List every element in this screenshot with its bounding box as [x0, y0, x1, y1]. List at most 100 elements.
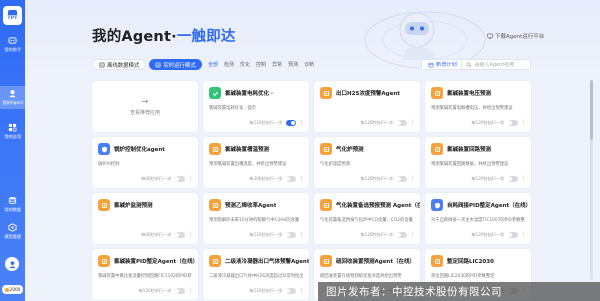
search-icon	[466, 62, 472, 67]
agent-name: 氯碱装置电压预测	[447, 91, 492, 97]
more-options-icon[interactable]: ⋮	[299, 232, 305, 238]
agent-card[interactable]: 气化装置备选预报预测 Agent（在线） 气化装置备选预报气化炉中CO含量、CO2…	[314, 193, 420, 244]
run-toggle[interactable]	[285, 232, 296, 238]
run-schedule: 每300秒执行一次	[249, 176, 283, 181]
more-options-icon[interactable]: ⋮	[299, 120, 305, 126]
agent-card-header: 氯碱炉监测预测	[98, 199, 153, 211]
run-toggle[interactable]	[507, 176, 518, 182]
run-schedule: 每60秒执行一次	[141, 176, 172, 181]
agent-description: 氯碱装置中氯化氢流量控制回路FIC1102的PID参数整定	[98, 274, 192, 279]
agent-card[interactable]: 氯碱炉监测预测 每60秒执行一次 ⋮	[92, 193, 198, 244]
agent-name: 氯碱炉监测预测	[114, 203, 153, 209]
agent-card[interactable]: 预测乙烯收率Agent 预测裂解炉未来10分钟的裂解气中C2H4的含量 每120秒执…	[203, 193, 309, 244]
agent-card[interactable]: 氯碱装置槽温预测预测氯碱装置出槽温度，并给出预警建议每300秒执行一次 ⋮	[203, 137, 309, 188]
filter-predict[interactable]: 预测	[288, 61, 298, 68]
more-options-icon[interactable]: ⋮	[521, 232, 527, 238]
run-schedule: 每120秒执行一次	[360, 232, 394, 237]
run-schedule: 每120秒执行一次	[471, 120, 505, 125]
agent-name: 自耗阀接PID整定Agent（在线）	[447, 203, 531, 209]
run-toggle[interactable]	[396, 232, 407, 238]
agent-description: 二级液冷凝器出口气体中H2S浓度超过异常时给出预警	[209, 274, 303, 279]
more-options-icon[interactable]: ⋮	[299, 288, 305, 294]
new-plan-button[interactable]: 新增计划	[421, 59, 464, 70]
recommended-apps-card[interactable]: → 查看推荐应用	[92, 81, 198, 132]
offline-mode-button[interactable]: 离线数据模式	[92, 59, 147, 70]
run-schedule: 每120秒执行一次	[471, 232, 505, 237]
more-options-icon[interactable]: ⋮	[188, 176, 194, 182]
more-options-icon[interactable]: ⋮	[410, 232, 416, 238]
more-options-icon[interactable]: ⋮	[188, 232, 194, 238]
coin-icon	[4, 287, 9, 292]
user-avatar[interactable]	[5, 257, 19, 271]
run-toggle[interactable]	[507, 232, 518, 238]
run-toggle[interactable]	[285, 120, 296, 126]
more-options-icon[interactable]: ⋮	[410, 120, 416, 126]
agent-card-footer: 每120秒执行一次 ⋮	[334, 120, 415, 126]
agent-description: 锅炉AI控制	[98, 162, 120, 167]
run-toggle[interactable]	[174, 288, 185, 294]
category-filter: 全部 检测 优化 控制 异常 预测 诊断	[208, 61, 314, 68]
coin-balance[interactable]: 2000	[2, 285, 23, 294]
search-input[interactable]	[474, 61, 530, 68]
agent-tile-icon	[98, 255, 110, 267]
more-options-icon[interactable]: ⋮	[410, 176, 416, 182]
nav-item-agent[interactable]: 我的Agent	[0, 86, 25, 109]
agent-description: 氯碱装置电耗优化 · 提示	[209, 106, 257, 111]
more-options-icon[interactable]: ⋮	[521, 176, 527, 182]
calendar-icon	[428, 62, 434, 67]
run-toggle[interactable]	[285, 288, 296, 294]
agent-card[interactable]: 氯碱装置回路预测 预测氯碱装置回路数据，并给出预警建议 每120秒执行一次 ⋮	[425, 137, 531, 188]
agent-name: 出口H2S浓度预警Agent	[336, 91, 400, 97]
filter-all[interactable]: 全部	[208, 61, 218, 68]
more-options-icon[interactable]: ⋮	[299, 176, 305, 182]
agent-tile-icon	[431, 255, 443, 267]
agent-card[interactable]: 氯碱装置PID整定Agent（在线） 氯碱装置中氯化氢流量控制回路FIC1102的…	[92, 249, 198, 300]
nav-item-apps[interactable]: 我的应用	[0, 120, 25, 143]
run-schedule: 每120秒执行一次	[360, 176, 394, 181]
agent-card-footer: 每120秒执行一次 ⋮	[223, 288, 304, 294]
filter-control[interactable]: 控制	[256, 61, 266, 68]
agent-card[interactable]: 气化炉预测 气化炉温度预测 每120秒执行一次 ⋮	[314, 137, 420, 188]
app-logo[interactable]: TPT	[3, 6, 22, 25]
model-icon	[8, 223, 17, 232]
run-toggle[interactable]	[174, 176, 185, 182]
agent-tile-icon	[209, 143, 221, 155]
download-platform-link[interactable]: 下载Agent运行平台	[487, 32, 544, 40]
filter-anomaly[interactable]: 异常	[272, 61, 282, 68]
nav-item-label: 我的助手	[4, 47, 21, 53]
agent-name: 氯碱装置槽温预测	[225, 147, 270, 153]
run-toggle[interactable]	[174, 232, 185, 238]
agent-card[interactable]: 锅炉控制优化agent 锅炉AI控制 每60秒执行一次 ⋮	[92, 137, 198, 188]
agent-card[interactable]: 自耗阀接PID整定Agent（在线） 对于自耗阀接一次主木温度TIC1007的PI…	[425, 193, 531, 244]
nav-item-data[interactable]: 我的数据	[0, 193, 25, 216]
agent-card-footer: 每120秒执行一次 ⋮	[445, 176, 526, 182]
realtime-mode-button[interactable]: 实时运行模式	[149, 59, 202, 70]
filter-detect[interactable]: 检测	[224, 61, 234, 68]
run-toggle[interactable]	[396, 120, 407, 126]
scrollbar-thumb[interactable]	[590, 80, 593, 140]
more-options-icon[interactable]: ⋮	[188, 288, 194, 294]
more-options-icon[interactable]: ⋮	[521, 120, 527, 126]
agent-card-header: 氯碱装置回路预测	[431, 143, 491, 155]
agent-card[interactable]: 出口H2S浓度预警Agent 每120秒执行一次 ⋮	[314, 81, 420, 132]
nav-item-label: 我的数据	[4, 207, 21, 213]
nav-item-model[interactable]: 模型管理	[0, 220, 25, 243]
run-toggle[interactable]	[285, 176, 296, 182]
agent-card[interactable]: 氯碱装置电压预测 预测氯碱装置电解槽电压，并给出预警建议 每120秒执行一次 ⋮	[425, 81, 531, 132]
recommended-apps-label: 查看推荐应用	[129, 110, 160, 116]
nav-item-assistant[interactable]: 我的助手	[0, 33, 25, 56]
publisher-watermark: 图片发布者：中控技术股份有限公司	[318, 282, 600, 301]
agent-card-header: 氯碱装置PID整定Agent（在线）	[98, 255, 198, 267]
mode-switch: 离线数据模式 实时运行模式	[92, 59, 202, 70]
run-toggle[interactable]	[507, 120, 518, 126]
agent-tile-icon	[320, 255, 332, 267]
agent-card[interactable]: 二级液冷凝器出口气体预警Agent 二级液冷凝器出口气体中H2S浓度超过异常时给出…	[203, 249, 309, 300]
agent-card[interactable]: 氯碱装置电耗优化 · 氯碱装置电耗优化 · 提示 每120秒执行一次 ⋮	[203, 81, 309, 132]
run-toggle[interactable]	[396, 176, 407, 182]
apps-icon	[8, 123, 17, 132]
agent-card-header: 二级液冷凝器出口气体预警Agent	[209, 255, 309, 267]
agent-tile-icon	[320, 143, 332, 155]
agent-description: 预测氯碱装置出槽温度，并给出预警建议	[209, 162, 287, 167]
filter-diagnose[interactable]: 诊断	[304, 61, 314, 68]
filter-optimize[interactable]: 优化	[240, 61, 250, 68]
